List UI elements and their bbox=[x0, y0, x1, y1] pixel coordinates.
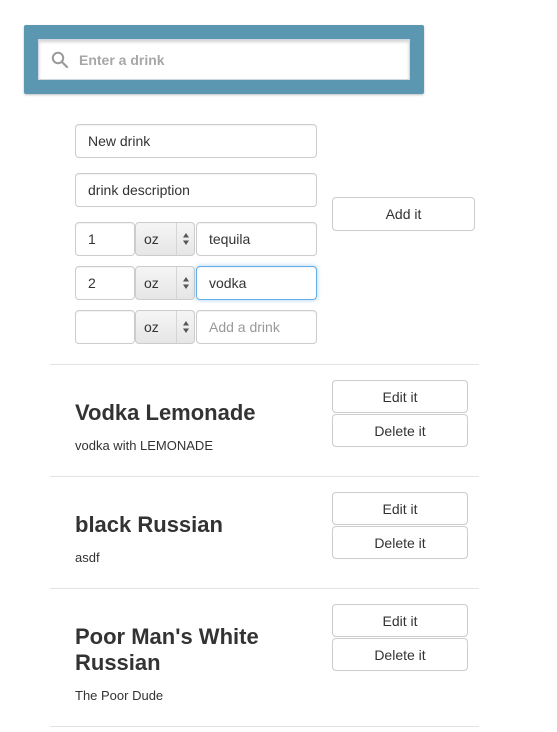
divider bbox=[50, 476, 479, 477]
divider bbox=[50, 364, 479, 365]
drink-description: vodka with LEMONADE bbox=[75, 438, 213, 453]
ingredient-quantity-field[interactable] bbox=[75, 266, 135, 300]
search-input[interactable] bbox=[79, 40, 399, 79]
ingredient-name-field[interactable] bbox=[196, 310, 317, 344]
unit-select[interactable]: oz bbox=[135, 310, 195, 344]
edit-drink-button[interactable]: Edit it bbox=[332, 380, 468, 413]
drink-name: Poor Man's White Russian bbox=[75, 624, 259, 675]
ingredient-quantity-field[interactable] bbox=[75, 222, 135, 256]
drink-name: black Russian bbox=[75, 512, 223, 537]
unit-select[interactable]: oz bbox=[135, 222, 195, 256]
delete-drink-button[interactable]: Delete it bbox=[332, 414, 468, 447]
select-arrows-icon bbox=[176, 267, 194, 299]
search-icon bbox=[51, 51, 69, 69]
drink-name: Vodka Lemonade bbox=[75, 400, 256, 425]
ingredient-name-field[interactable] bbox=[196, 222, 317, 256]
delete-drink-button[interactable]: Delete it bbox=[332, 638, 468, 671]
divider bbox=[50, 726, 479, 727]
divider bbox=[50, 588, 479, 589]
search-box[interactable] bbox=[38, 39, 410, 80]
select-arrows-icon bbox=[176, 223, 194, 255]
drink-name-field[interactable] bbox=[75, 124, 317, 158]
unit-select-value: oz bbox=[144, 231, 159, 247]
add-drink-button[interactable]: Add it bbox=[332, 197, 475, 231]
select-arrows-icon bbox=[176, 311, 194, 343]
drink-description-field[interactable] bbox=[75, 173, 317, 207]
unit-select[interactable]: oz bbox=[135, 266, 195, 300]
drink-description: asdf bbox=[75, 550, 100, 565]
drink-description: The Poor Dude bbox=[75, 688, 164, 703]
unit-select-value: oz bbox=[144, 319, 159, 335]
ingredient-name-field[interactable] bbox=[196, 266, 317, 300]
ingredient-quantity-field[interactable] bbox=[75, 310, 135, 344]
edit-drink-button[interactable]: Edit it bbox=[332, 604, 468, 637]
delete-drink-button[interactable]: Delete it bbox=[332, 526, 468, 559]
unit-select-value: oz bbox=[144, 275, 159, 291]
edit-drink-button[interactable]: Edit it bbox=[332, 492, 468, 525]
search-bar bbox=[24, 25, 424, 94]
